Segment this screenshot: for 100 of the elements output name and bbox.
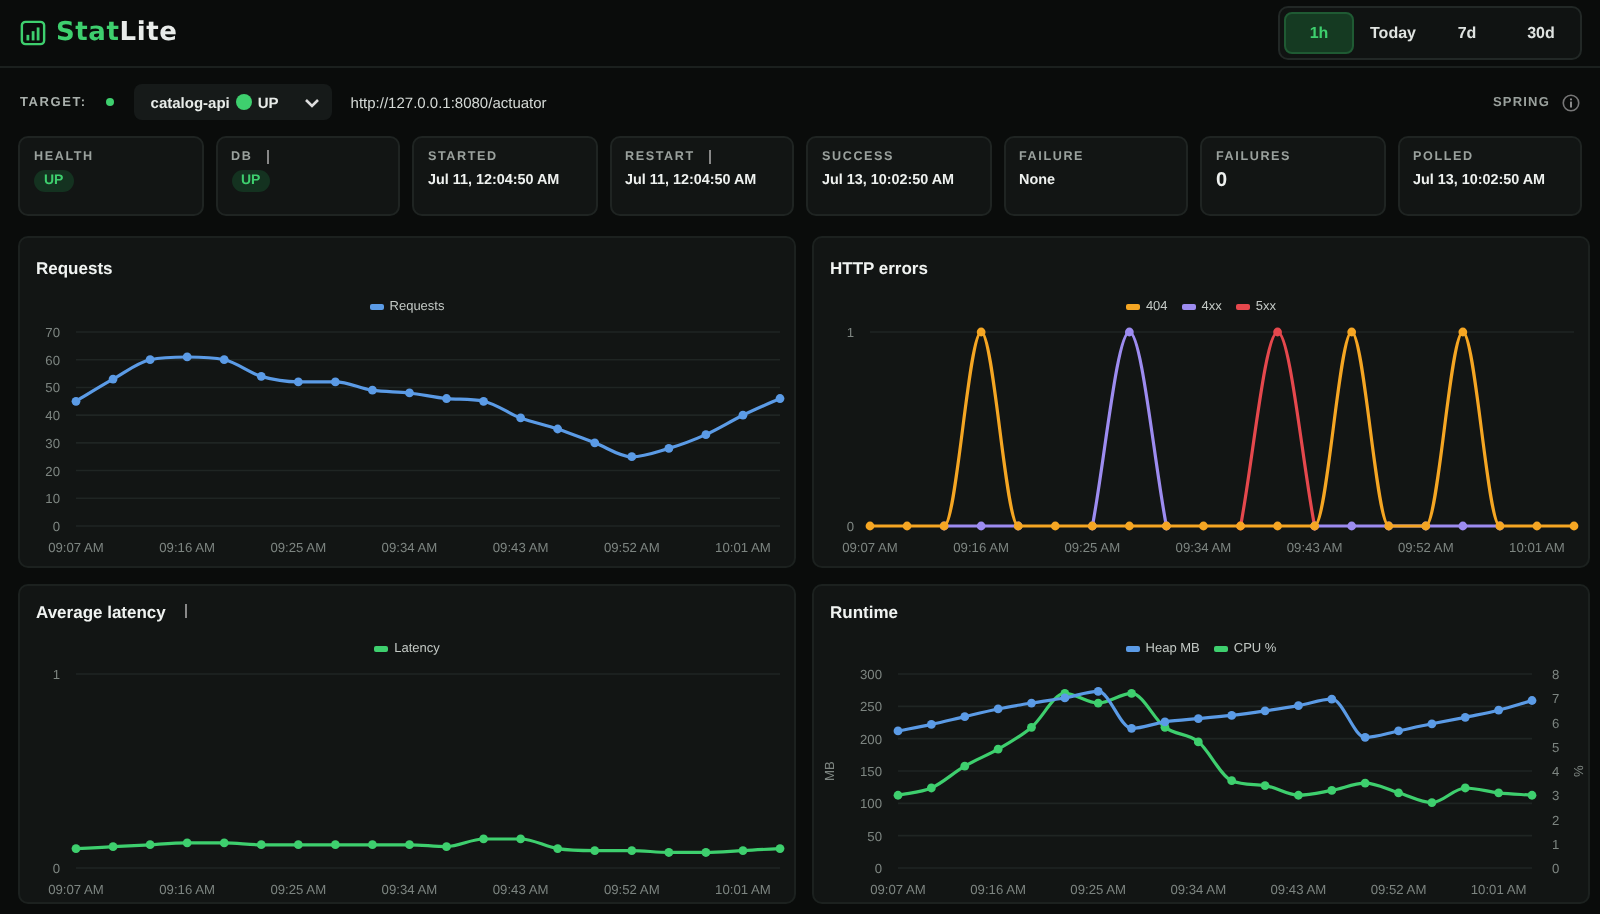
data-point (701, 430, 711, 439)
chart-title: Runtime (830, 601, 898, 622)
data-point (405, 840, 414, 850)
data-point (926, 783, 936, 793)
bar-chart-icon (20, 20, 46, 46)
data-point (293, 840, 303, 850)
data-point (368, 840, 377, 850)
data-point (1460, 712, 1470, 722)
time-range-tab[interactable]: Today (1358, 12, 1428, 54)
data-point (1027, 722, 1036, 732)
data-point (219, 355, 229, 365)
data-point (627, 452, 637, 462)
data-point (1569, 521, 1579, 531)
time-range-tab[interactable]: 30d (1506, 12, 1576, 54)
app-logo: StatLite (56, 18, 178, 48)
data-point (442, 394, 451, 403)
data-point (627, 846, 637, 855)
data-point (1260, 706, 1270, 716)
data-point (71, 396, 81, 406)
data-point (516, 834, 526, 844)
stat-value: 0 (1216, 170, 1228, 192)
data-point (1193, 714, 1203, 723)
data-point (256, 840, 266, 850)
data-point (479, 396, 488, 406)
data-point (1199, 521, 1208, 531)
data-point (1193, 737, 1203, 747)
data-point (1227, 711, 1237, 720)
info-icon[interactable] (1562, 93, 1580, 111)
data-point (145, 355, 155, 365)
status-dot-icon (235, 94, 252, 110)
data-point (516, 413, 526, 423)
data-point (1527, 696, 1537, 705)
data-point (738, 846, 748, 855)
data-point (1127, 689, 1136, 698)
data-point (1227, 776, 1237, 786)
time-range-tab[interactable]: 7d (1432, 12, 1502, 54)
data-point (1027, 698, 1036, 708)
data-point (330, 840, 340, 850)
data-point (553, 424, 563, 434)
caret-icon (304, 97, 321, 107)
legend-swatch (1213, 645, 1228, 652)
data-point (1494, 705, 1504, 715)
data-point (775, 844, 785, 853)
data-point (664, 848, 674, 857)
data-point (1273, 521, 1282, 531)
data-point (1458, 521, 1468, 531)
data-point (182, 352, 192, 362)
data-point (256, 371, 266, 381)
data-point (902, 521, 912, 531)
data-point (553, 844, 563, 853)
data-point (1394, 726, 1403, 736)
data-point (590, 438, 600, 448)
data-point (442, 842, 451, 852)
data-point (71, 844, 81, 853)
legend-swatch (1181, 303, 1196, 309)
data-point (1494, 788, 1504, 798)
legend-swatch (374, 645, 389, 652)
data-point (1327, 786, 1337, 795)
time-range-tab[interactable]: 1h (1284, 12, 1354, 54)
data-point (479, 834, 488, 844)
data-point (893, 726, 903, 736)
data-point (1124, 521, 1134, 531)
data-point (701, 848, 711, 857)
data-point (1327, 694, 1337, 704)
data-point (926, 720, 936, 729)
data-point (1394, 788, 1403, 798)
data-point (1427, 719, 1437, 729)
data-point (1458, 327, 1468, 337)
data-point (368, 385, 377, 395)
data-point (960, 761, 970, 771)
data-point (1127, 723, 1136, 733)
legend-swatch (1125, 303, 1140, 309)
chart-title: Average latency (36, 601, 166, 622)
chart-title: Requests (36, 258, 113, 278)
data-point (1360, 778, 1370, 788)
legend-swatch (369, 303, 384, 309)
data-point (664, 444, 674, 453)
data-point (219, 838, 229, 848)
data-point (108, 374, 118, 384)
data-point (993, 704, 1003, 714)
data-point (108, 842, 118, 852)
data-point (1427, 798, 1437, 807)
chart-title: HTTP errors (830, 258, 928, 278)
data-point (1532, 521, 1542, 531)
data-point (590, 846, 600, 855)
data-point (1347, 327, 1357, 337)
data-point (738, 410, 748, 420)
data-point (1050, 521, 1060, 531)
data-point (775, 394, 785, 403)
data-point (1294, 701, 1303, 711)
data-point (1124, 327, 1134, 337)
data-point (960, 712, 970, 722)
data-point (1294, 790, 1303, 800)
data-point (1260, 781, 1270, 790)
data-point (1527, 790, 1537, 800)
data-point (1273, 327, 1282, 337)
legend-swatch (1125, 645, 1140, 652)
data-point (330, 377, 340, 387)
data-point (145, 840, 155, 850)
data-point (865, 521, 875, 531)
